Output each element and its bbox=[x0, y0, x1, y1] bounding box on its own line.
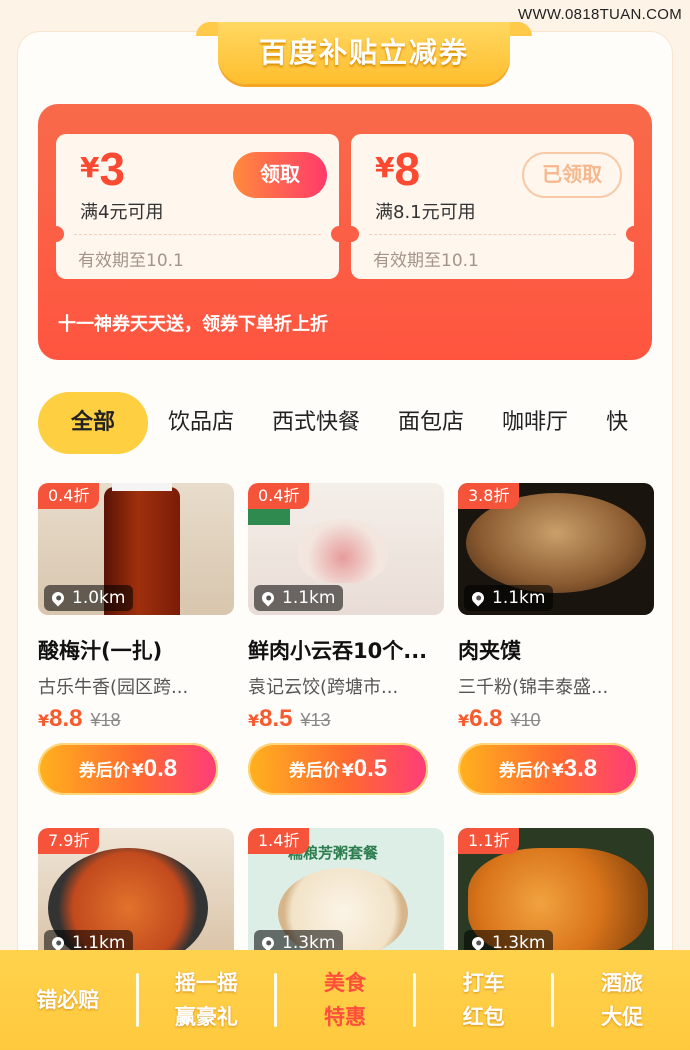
coupon-amount: ¥3 bbox=[80, 142, 125, 196]
coupon-value: 8 bbox=[394, 143, 421, 195]
bottom-nav: 错必赔 摇一摇 赢豪礼 美食 特惠 打车 红包 酒旅 大促 bbox=[0, 950, 690, 1050]
nav-divider bbox=[551, 973, 555, 1027]
coupon-notch bbox=[48, 226, 64, 242]
original-price: ¥13 bbox=[300, 710, 331, 730]
product-card[interactable]: 糯粮芳粥套餐 1.4折 1.3km bbox=[248, 828, 444, 960]
coupon-condition: 满8.1元可用 bbox=[375, 202, 476, 223]
nav-divider bbox=[274, 973, 278, 1027]
coupon-validity: 有效期至10.1 bbox=[373, 251, 479, 271]
price-row: ¥8.5 ¥13 bbox=[248, 705, 444, 733]
discount-badge: 7.9折 bbox=[38, 828, 100, 854]
location-pin-icon bbox=[259, 934, 277, 952]
product-card[interactable]: 0.4折 1.0km 酸梅汁(一扎) 古乐牛香(园区跨... ¥8.8 ¥18 券… bbox=[38, 483, 234, 795]
after-coupon-button[interactable]: 券后价 ¥0.5 bbox=[248, 743, 428, 795]
distance-text: 1.1km bbox=[282, 588, 336, 608]
price-row: ¥6.8 ¥10 bbox=[458, 705, 654, 733]
product-image[interactable]: 1.1折 1.3km bbox=[458, 828, 654, 960]
tab-western-fastfood[interactable]: 西式快餐 bbox=[272, 392, 360, 454]
currency-symbol: ¥ bbox=[80, 151, 100, 184]
product-card[interactable]: 7.9折 1.1km bbox=[38, 828, 234, 960]
nav-divider bbox=[412, 973, 416, 1027]
shop-name: 三千粉(锦丰泰盛... bbox=[458, 677, 609, 698]
discount-badge: 1.4折 bbox=[248, 828, 310, 854]
discount-badge: 3.8折 bbox=[458, 483, 520, 509]
location-pin-icon bbox=[469, 589, 487, 607]
distance-tag: 1.1km bbox=[254, 585, 344, 611]
coupon-value: 3 bbox=[99, 143, 126, 195]
product-image[interactable]: 0.4折 1.0km bbox=[38, 483, 234, 615]
shop-name: 袁记云饺(跨塘市... bbox=[248, 677, 399, 698]
product-card[interactable]: 3.8折 1.1km 肉夹馍 三千粉(锦丰泰盛... ¥6.8 ¥10 券后价 ¥3… bbox=[458, 483, 654, 795]
location-pin-icon bbox=[259, 589, 277, 607]
original-price: ¥10 bbox=[510, 710, 541, 730]
location-pin-icon bbox=[49, 934, 67, 952]
price-row: ¥8.8 ¥18 bbox=[38, 705, 234, 733]
nav-item-taxi[interactable]: 打车 红包 bbox=[416, 966, 552, 1034]
coupon-divider bbox=[369, 234, 616, 235]
shop-name: 古乐牛香(园区跨... bbox=[38, 677, 189, 698]
current-price: ¥8.5 bbox=[248, 705, 293, 732]
product-title[interactable]: 肉夹馍 bbox=[458, 635, 654, 665]
after-coupon-button[interactable]: 券后价 ¥3.8 bbox=[458, 743, 638, 795]
claimed-button[interactable]: 已领取 bbox=[522, 152, 622, 198]
distance-tag: 1.1km bbox=[464, 585, 554, 611]
coupon-validity: 有效期至10.1 bbox=[78, 251, 184, 271]
coupon-card: ¥8 满8.1元可用 已领取 有效期至10.1 bbox=[343, 134, 642, 279]
nav-item-food-deals[interactable]: 美食 特惠 bbox=[277, 966, 413, 1034]
after-coupon-button[interactable]: 券后价 ¥0.8 bbox=[38, 743, 218, 795]
product-image[interactable]: 0.4折 1.1km bbox=[248, 483, 444, 615]
distance-text: 1.0km bbox=[72, 588, 126, 608]
coupon-amount: ¥8 bbox=[375, 142, 420, 196]
product-image[interactable]: 3.8折 1.1km bbox=[458, 483, 654, 615]
nav-item-guarantee[interactable]: 错必赔 bbox=[0, 983, 136, 1017]
discount-badge: 0.4折 bbox=[38, 483, 100, 509]
location-pin-icon bbox=[469, 934, 487, 952]
coupon-card: ¥3 满4元可用 领取 有效期至10.1 bbox=[48, 134, 347, 279]
currency-symbol: ¥ bbox=[375, 151, 395, 184]
coupon-area: ¥3 满4元可用 领取 有效期至10.1 ¥8 满8.1元可用 已领取 有效期至… bbox=[38, 104, 652, 360]
watermark-text: WWW.0818TUAN.COM bbox=[518, 6, 682, 23]
claim-button[interactable]: 领取 bbox=[233, 152, 327, 198]
tab-drinks[interactable]: 饮品店 bbox=[168, 392, 234, 454]
original-price: ¥18 bbox=[90, 710, 121, 730]
tab-cafe[interactable]: 咖啡厅 bbox=[502, 392, 568, 454]
product-title[interactable]: 酸梅汁(一扎) bbox=[38, 635, 234, 665]
current-price: ¥6.8 bbox=[458, 705, 503, 732]
coupon-slogan: 十一神券天天送，领券下单折上折 bbox=[58, 314, 328, 335]
discount-badge: 0.4折 bbox=[248, 483, 310, 509]
coupon-divider bbox=[74, 234, 321, 235]
tab-bakery[interactable]: 面包店 bbox=[398, 392, 464, 454]
coupon-notch bbox=[626, 226, 642, 242]
location-pin-icon bbox=[49, 589, 67, 607]
nav-item-shake[interactable]: 摇一摇 赢豪礼 bbox=[139, 966, 275, 1034]
distance-text: 1.1km bbox=[492, 588, 546, 608]
product-image[interactable]: 7.9折 1.1km bbox=[38, 828, 234, 960]
product-card[interactable]: 1.1折 1.3km bbox=[458, 828, 654, 960]
product-title[interactable]: 鲜肉小云吞10个... bbox=[248, 635, 444, 665]
nav-divider bbox=[135, 973, 139, 1027]
product-card[interactable]: 0.4折 1.1km 鲜肉小云吞10个... 袁记云饺(跨塘市... ¥8.5 ¥… bbox=[248, 483, 444, 795]
product-image[interactable]: 糯粮芳粥套餐 1.4折 1.3km bbox=[248, 828, 444, 960]
tab-all[interactable]: 全部 bbox=[38, 392, 148, 454]
page-title-banner: 百度补贴立减券 bbox=[196, 22, 532, 84]
discount-badge: 1.1折 bbox=[458, 828, 520, 854]
coupon-condition: 满4元可用 bbox=[80, 202, 164, 223]
distance-tag: 1.0km bbox=[44, 585, 134, 611]
coupon-notch bbox=[343, 226, 359, 242]
current-price: ¥8.8 bbox=[38, 705, 83, 732]
nav-item-travel[interactable]: 酒旅 大促 bbox=[554, 966, 690, 1034]
category-tabs: 全部 饮品店 西式快餐 面包店 咖啡厅快 bbox=[38, 392, 654, 454]
tab-more[interactable]: 快 bbox=[606, 392, 628, 454]
